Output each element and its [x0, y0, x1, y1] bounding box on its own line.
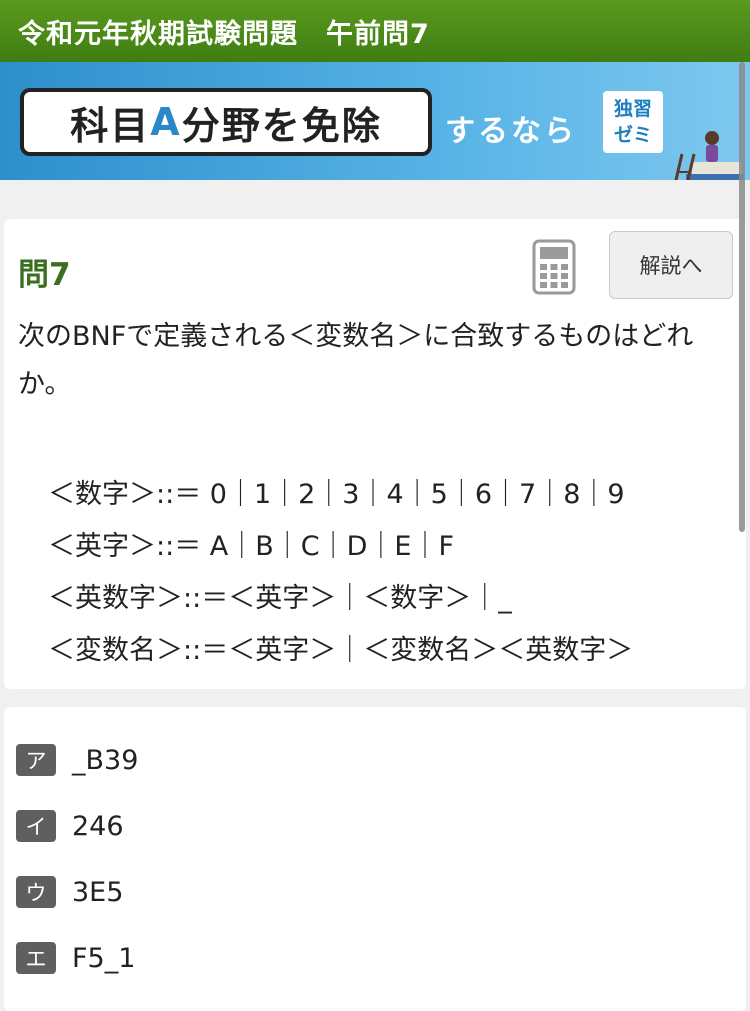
scrollbar[interactable]	[739, 62, 745, 532]
banner-headline-accent: A	[150, 100, 182, 144]
bnf-rule-digit: ＜数字＞::＝ 0｜1｜2｜3｜4｜5｜6｜7｜8｜9	[48, 479, 625, 510]
banner-brand-logo: 独習 ゼミ	[603, 91, 663, 153]
choice-e[interactable]: エ F5_1	[16, 940, 135, 976]
calculator-icon[interactable]	[532, 239, 576, 295]
banner-headline-part1: 科目	[70, 103, 151, 148]
choice-label: エ	[16, 942, 56, 974]
choice-a[interactable]: ア _B39	[16, 742, 138, 778]
choice-u[interactable]: ウ 3E5	[16, 874, 123, 910]
question-text: 次のBNFで定義される＜変数名＞に合致するものはどれか。	[18, 321, 694, 400]
question-number: 問7	[18, 257, 71, 293]
books-ladder-illustration-icon	[674, 131, 744, 180]
choice-label: ウ	[16, 876, 56, 908]
bnf-rule-varname: ＜変数名＞::＝＜英字＞｜＜変数名＞＜英数字＞	[48, 635, 634, 666]
choice-label: ア	[16, 744, 56, 776]
choices-panel: ア _B39 イ 246 ウ 3E5 エ F5_1	[4, 707, 746, 1011]
page-title: 令和元年秋期試験問題 午前問7	[18, 18, 430, 50]
choice-label: イ	[16, 810, 56, 842]
brand-line-2: ゼミ	[613, 124, 652, 146]
choice-text: F5_1	[72, 942, 136, 974]
ad-banner[interactable]: 科目 A 分野を免除 するなら 独習 ゼミ	[0, 62, 750, 180]
bnf-rule-alnum: ＜英数字＞::＝＜英字＞｜＜数字＞｜_	[48, 583, 512, 614]
banner-headline-part2: 分野を免除	[181, 103, 382, 148]
question-panel: 問7 解説へ 次のBNFで定義される＜変数名＞に合致するものはどれか。 ＜数字＞…	[4, 219, 746, 689]
banner-headline-box: 科目 A 分野を免除	[20, 88, 432, 156]
brand-line-1: 独習	[613, 98, 652, 120]
choice-text: 3E5	[72, 876, 124, 908]
explanation-button[interactable]: 解説へ	[609, 231, 733, 299]
choice-text: _B39	[72, 744, 139, 776]
choice-text: 246	[72, 810, 124, 842]
banner-suffix: するなら	[445, 114, 577, 149]
choice-i[interactable]: イ 246	[16, 808, 124, 844]
bnf-rule-letter: ＜英字＞::＝ A｜B｜C｜D｜E｜F	[48, 531, 455, 562]
page-header: 令和元年秋期試験問題 午前問7	[0, 0, 750, 62]
